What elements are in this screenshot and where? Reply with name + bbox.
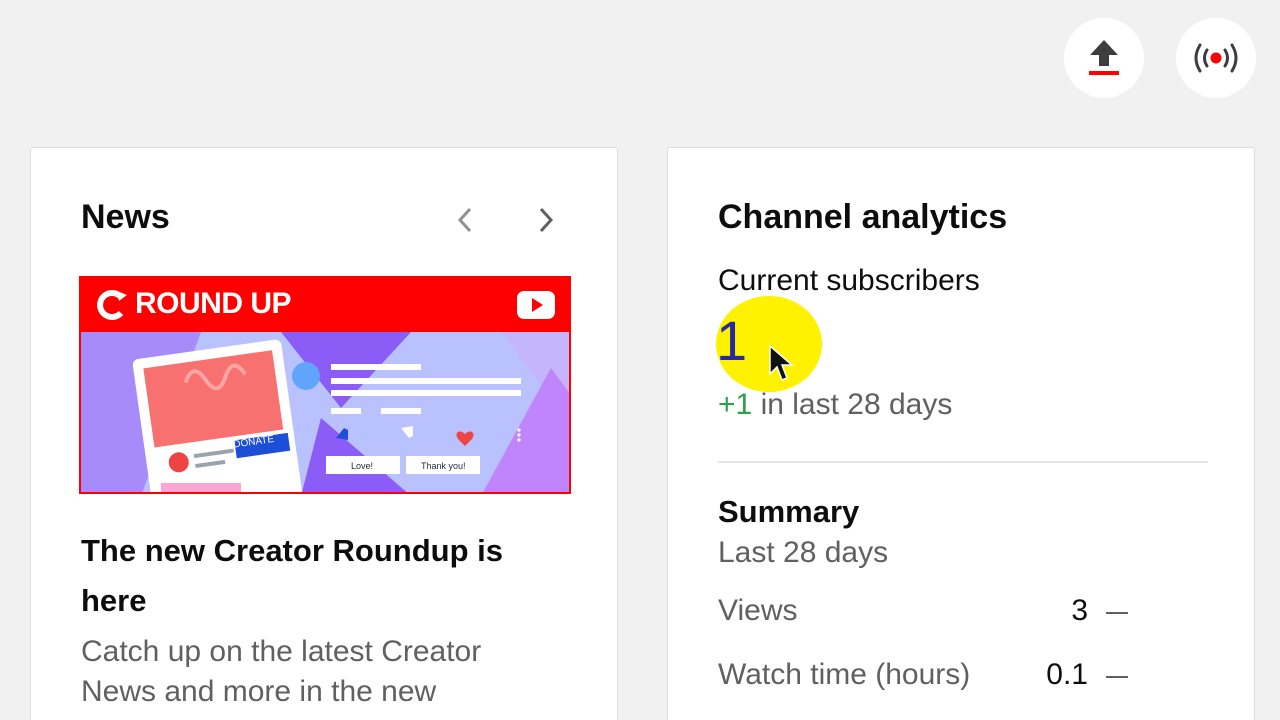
metric-row-views: Views 3	[718, 594, 1128, 634]
roundup-banner-text: ROUND UP	[135, 287, 292, 320]
upload-icon	[1089, 40, 1119, 75]
news-article-title[interactable]: The new Creator Roundup is here	[81, 526, 551, 626]
subscriber-change-value: +1	[718, 388, 753, 421]
mouse-cursor-icon	[769, 344, 794, 381]
news-card: News DONATE Love! Thank you! ROUND UP Th…	[30, 147, 618, 720]
subscriber-count: 1	[716, 309, 748, 372]
news-thumbnail[interactable]: DONATE Love! Thank you! ROUND UP	[79, 276, 571, 494]
metric-row-watch-time: Watch time (hours) 0.1	[718, 658, 1128, 698]
news-title: News	[81, 198, 170, 236]
next-news-button[interactable]	[528, 202, 564, 238]
metric-value: 0.1	[1046, 658, 1088, 691]
channel-analytics-title: Channel analytics	[718, 198, 1008, 236]
news-article-description: Catch up on the latest Creator News and …	[81, 635, 482, 708]
channel-analytics-card: Channel analytics Current subscribers 1 …	[667, 147, 1255, 720]
roundup-logo-icon	[97, 290, 127, 320]
live-broadcast-icon	[1194, 43, 1238, 73]
chevron-right-icon	[539, 207, 554, 233]
dash-icon	[1106, 676, 1128, 678]
chevron-left-icon	[457, 207, 472, 233]
subscriber-change-period: in last 28 days	[760, 388, 953, 421]
summary-title: Summary	[718, 494, 860, 529]
love-label: Love!	[351, 461, 373, 471]
thanks-label: Thank you!	[421, 461, 466, 471]
metric-label: Watch time (hours)	[718, 658, 971, 691]
subscriber-change: +1 in last 28 days	[718, 388, 952, 422]
summary-period: Last 28 days	[718, 536, 889, 569]
thumbnail-banner: ROUND UP	[81, 278, 569, 332]
divider	[718, 461, 1208, 463]
previous-news-button[interactable]	[447, 202, 483, 238]
metric-value: 3	[1071, 594, 1088, 627]
metric-label: Views	[718, 594, 798, 627]
go-live-button[interactable]	[1176, 18, 1256, 98]
youtube-logo-icon	[517, 291, 555, 319]
upload-button[interactable]	[1064, 18, 1144, 98]
dash-icon	[1106, 612, 1128, 614]
current-subscribers-label: Current subscribers	[718, 264, 980, 297]
